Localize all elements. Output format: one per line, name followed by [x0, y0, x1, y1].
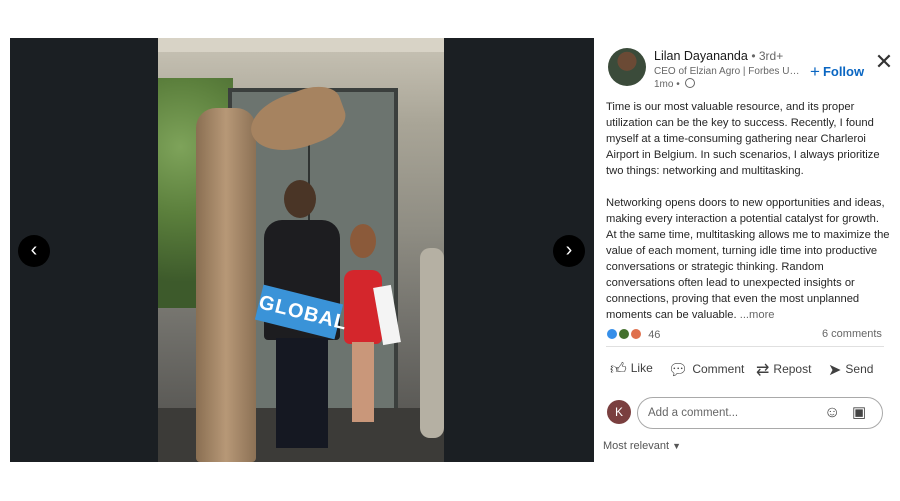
repost-button[interactable]: ⇄ Repost [756, 360, 811, 380]
previous-image-button[interactable]: ‹ [18, 235, 50, 267]
close-icon: ✕ [874, 49, 894, 74]
close-button[interactable]: ✕ [874, 49, 894, 74]
post-viewer-modal: GLOBAL ‹ › Lilan Dayananda • 3rd+ CEO of… [0, 0, 900, 501]
plus-icon: + [810, 62, 820, 81]
post-actions: 👍︎ Like 💬︎ Comment ⇄ Repost ➤ Send [606, 360, 892, 384]
repost-icon: ⇄ [756, 362, 770, 379]
chevron-right-icon: › [565, 239, 573, 261]
send-icon: ➤ [828, 362, 842, 379]
post-body: Time is our most valuable resource, and … [606, 99, 892, 339]
comment-input[interactable] [648, 405, 818, 421]
comments-count-link[interactable]: 6 comments [822, 328, 882, 340]
connection-degree: 3rd+ [758, 49, 784, 63]
divider [606, 346, 884, 347]
comment-bubble-icon: 💬︎ [668, 362, 689, 379]
like-reaction-icon [606, 328, 618, 340]
celebrate-reaction-icon [630, 328, 643, 340]
follow-label: Follow [822, 64, 865, 79]
post-details-panel: Lilan Dayananda • 3rd+ CEO of Elzian Agr… [594, 38, 900, 462]
caret-down-icon: ▼ [672, 441, 682, 451]
comment-box[interactable]: ☺ ▣ [637, 397, 883, 429]
media-viewer: GLOBAL ‹ › [10, 38, 594, 462]
follow-button[interactable]: + Follow [810, 62, 864, 82]
post-time-text: 1mo • [654, 79, 680, 90]
author-name-line[interactable]: Lilan Dayananda • 3rd+ [654, 49, 783, 63]
comment-label: Comment [692, 362, 745, 376]
support-reaction-icon [618, 328, 631, 340]
author-avatar[interactable] [608, 48, 646, 86]
author-name[interactable]: Lilan Dayananda [654, 49, 748, 63]
image-icon[interactable]: ▣ [852, 404, 870, 422]
reaction-count: 46 [648, 329, 661, 341]
sort-label: Most relevant [603, 440, 670, 452]
author-headline: CEO of Elzian Agro | Forbes Under 30 [654, 66, 804, 77]
send-label: Send [845, 362, 874, 376]
post-time: 1mo • [654, 78, 695, 90]
see-more-link[interactable]: ...more [740, 309, 775, 321]
thumbs-up-icon: 👍︎ [610, 361, 627, 378]
like-label: Like [630, 361, 653, 375]
like-button[interactable]: 👍︎ Like [610, 360, 653, 379]
emoji-icon[interactable]: ☺ [824, 404, 842, 422]
reactions-summary[interactable]: 46 [606, 328, 660, 341]
chevron-left-icon: ‹ [30, 239, 38, 261]
comment-sort-dropdown[interactable]: Most relevant ▼ [603, 440, 681, 452]
current-user-avatar: K [607, 400, 631, 424]
post-paragraph-1: Time is our most valuable resource, and … [606, 101, 880, 177]
send-button[interactable]: ➤ Send [828, 360, 873, 380]
comment-button[interactable]: 💬︎ Comment [668, 360, 744, 380]
globe-icon [684, 78, 695, 88]
post-photo: GLOBAL [158, 38, 444, 462]
post-paragraph-2: Networking opens doors to new opportunit… [606, 197, 890, 321]
repost-label: Repost [773, 362, 812, 376]
next-image-button[interactable]: › [553, 235, 585, 267]
